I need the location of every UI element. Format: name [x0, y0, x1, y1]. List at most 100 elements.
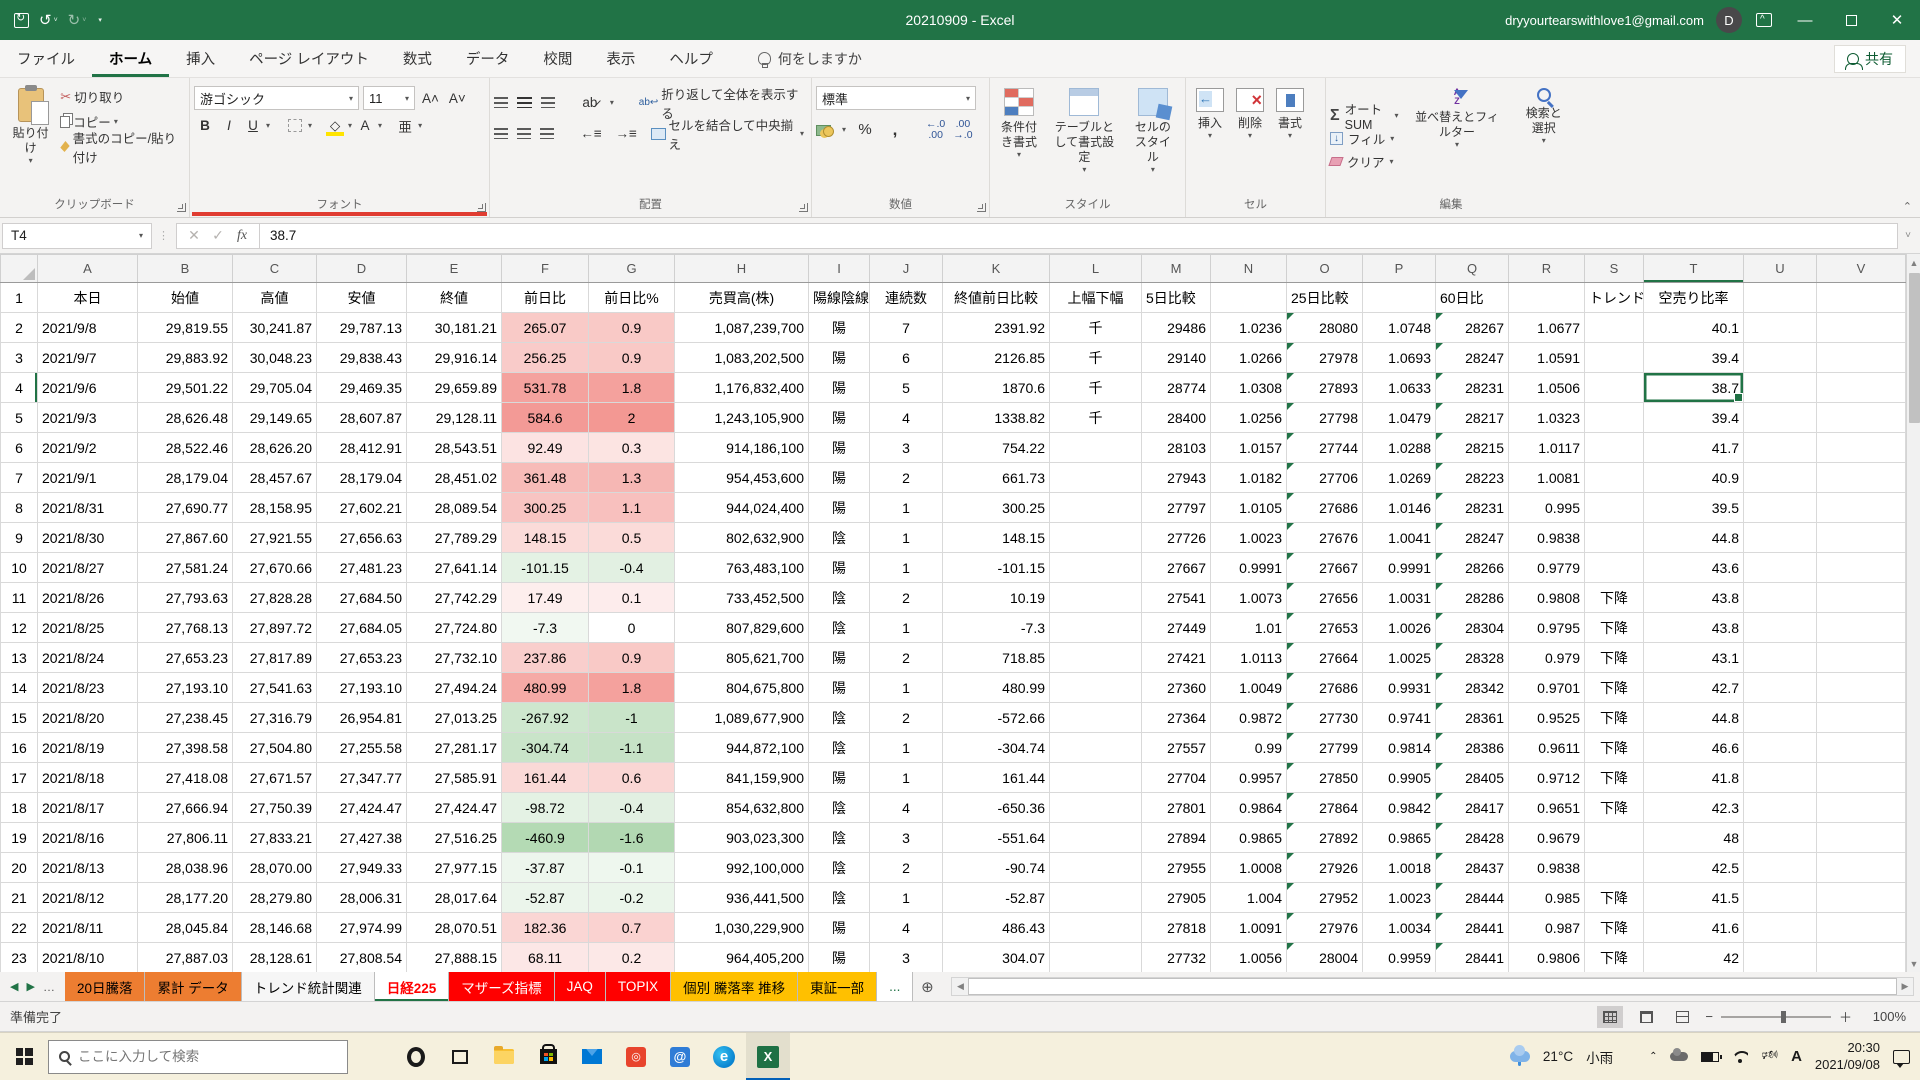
close-button[interactable]: ✕	[1874, 0, 1920, 40]
row-header-7[interactable]: 7	[1, 463, 38, 493]
cell[interactable]: 1	[870, 883, 943, 913]
cell[interactable]: 27,684.05	[317, 613, 407, 643]
zoom-thumb[interactable]	[1781, 1011, 1786, 1023]
wifi-icon[interactable]	[1732, 1051, 1748, 1063]
ime-indicator[interactable]: A	[1791, 1048, 1802, 1065]
cell[interactable]: 27,193.10	[317, 673, 407, 703]
cell[interactable]: 40.1	[1644, 313, 1744, 343]
cell[interactable]: 0	[589, 613, 675, 643]
row-header-9[interactable]: 9	[1, 523, 38, 553]
cell[interactable]: 1.3	[589, 463, 675, 493]
cell[interactable]: 0.9864	[1211, 793, 1287, 823]
cell[interactable]: 486.43	[943, 913, 1050, 943]
cell[interactable]	[1817, 403, 1906, 433]
cell[interactable]: 1.0031	[1363, 583, 1436, 613]
cell[interactable]: -101.15	[943, 553, 1050, 583]
cell[interactable]: 0.9701	[1509, 673, 1585, 703]
cell[interactable]: 27,768.13	[138, 613, 233, 643]
row-header-14[interactable]: 14	[1, 673, 38, 703]
cell[interactable]	[1744, 313, 1817, 343]
cell[interactable]	[1744, 823, 1817, 853]
cell[interactable]: 29,838.43	[317, 343, 407, 373]
battery-icon[interactable]	[1701, 1052, 1719, 1062]
sheet-tab-7[interactable]: 個別 騰落率 推移	[671, 972, 798, 1001]
cell[interactable]: 2021/9/8	[38, 313, 138, 343]
cell[interactable]: 1.1	[589, 493, 675, 523]
cell[interactable]: 2021/8/25	[38, 613, 138, 643]
cell[interactable]: 27653	[1287, 613, 1363, 643]
cell[interactable]	[1817, 883, 1906, 913]
cell[interactable]: 28,279.80	[233, 883, 317, 913]
cell[interactable]: 陽	[809, 313, 870, 343]
cell[interactable]: 28004	[1287, 943, 1363, 973]
cell[interactable]: 1,087,239,700	[675, 313, 809, 343]
cell[interactable]: 27952	[1287, 883, 1363, 913]
sheet-tab-0[interactable]: 20日騰落	[65, 972, 146, 1001]
cell[interactable]: 27,974.99	[317, 913, 407, 943]
cell[interactable]: 1.0479	[1363, 403, 1436, 433]
cell[interactable]: 29,659.89	[407, 373, 502, 403]
sheet-tab-8[interactable]: 東証一部	[798, 972, 877, 1001]
formula-bar-splitter[interactable]: ⋮	[152, 229, 176, 242]
cell[interactable]: 27732	[1142, 943, 1211, 973]
cell[interactable]: 27667	[1287, 553, 1363, 583]
cell[interactable]: 2021/8/16	[38, 823, 138, 853]
cell[interactable]: 0.9795	[1509, 613, 1585, 643]
taskbar-search[interactable]	[48, 1040, 348, 1074]
cell[interactable]: 0.9838	[1509, 523, 1585, 553]
cell[interactable]: 27,013.25	[407, 703, 502, 733]
row-header-23[interactable]: 23	[1, 943, 38, 973]
cell[interactable]: 992,100,000	[675, 853, 809, 883]
cell[interactable]: 27818	[1142, 913, 1211, 943]
hidden-icons-chevron-icon[interactable]: ⌃	[1649, 1051, 1657, 1062]
cell[interactable]	[1050, 853, 1142, 883]
cell[interactable]: 27799	[1287, 733, 1363, 763]
cell[interactable]	[1744, 343, 1817, 373]
column-header-B[interactable]: B	[138, 255, 233, 283]
cell[interactable]	[1585, 373, 1644, 403]
cell[interactable]: 265.07	[502, 313, 589, 343]
cell[interactable]: 1.0308	[1211, 373, 1287, 403]
align-center-icon[interactable]	[517, 128, 531, 139]
fill-color-button[interactable]: ◇	[324, 114, 346, 137]
cell[interactable]: 0.9872	[1211, 703, 1287, 733]
cell[interactable]: 27656	[1287, 583, 1363, 613]
cell[interactable]: 27,887.03	[138, 943, 233, 973]
cell[interactable]	[1585, 433, 1644, 463]
row-header-13[interactable]: 13	[1, 643, 38, 673]
header-cell[interactable]: 上幅下幅	[1050, 283, 1142, 313]
cell[interactable]: -304.74	[943, 733, 1050, 763]
cell[interactable]: -52.87	[502, 883, 589, 913]
ribbon-tab-3[interactable]: ページ レイアウト	[232, 40, 386, 77]
cell[interactable]: 千	[1050, 313, 1142, 343]
cell[interactable]: 27892	[1287, 823, 1363, 853]
row-header-6[interactable]: 6	[1, 433, 38, 463]
cell[interactable]: 0.2	[589, 943, 675, 973]
cell[interactable]: 27797	[1142, 493, 1211, 523]
cell[interactable]: 2021/8/12	[38, 883, 138, 913]
cell[interactable]	[1050, 913, 1142, 943]
cell[interactable]: 下降	[1585, 613, 1644, 643]
cell[interactable]: 29,787.13	[317, 313, 407, 343]
cell[interactable]: 27,494.24	[407, 673, 502, 703]
cell[interactable]: 2021/8/26	[38, 583, 138, 613]
cell[interactable]: 2021/8/31	[38, 493, 138, 523]
cell[interactable]: 27978	[1287, 343, 1363, 373]
cell[interactable]: 28,626.48	[138, 403, 233, 433]
cell[interactable]: 27706	[1287, 463, 1363, 493]
header-cell[interactable]: 売買高(株)	[675, 283, 809, 313]
cell[interactable]	[1050, 493, 1142, 523]
cell[interactable]	[1050, 733, 1142, 763]
cancel-formula-button[interactable]: ✕	[183, 227, 205, 244]
cell[interactable]: 26,954.81	[317, 703, 407, 733]
scroll-left-icon[interactable]: ◀	[952, 981, 968, 992]
column-header-E[interactable]: E	[407, 255, 502, 283]
cell[interactable]: 2021/8/17	[38, 793, 138, 823]
cell[interactable]	[1050, 523, 1142, 553]
row-header-19[interactable]: 19	[1, 823, 38, 853]
cell[interactable]: 27894	[1142, 823, 1211, 853]
cell[interactable]	[1050, 823, 1142, 853]
cell[interactable]: 28444	[1436, 883, 1509, 913]
cell[interactable]: 841,159,900	[675, 763, 809, 793]
cell[interactable]: 27,921.55	[233, 523, 317, 553]
